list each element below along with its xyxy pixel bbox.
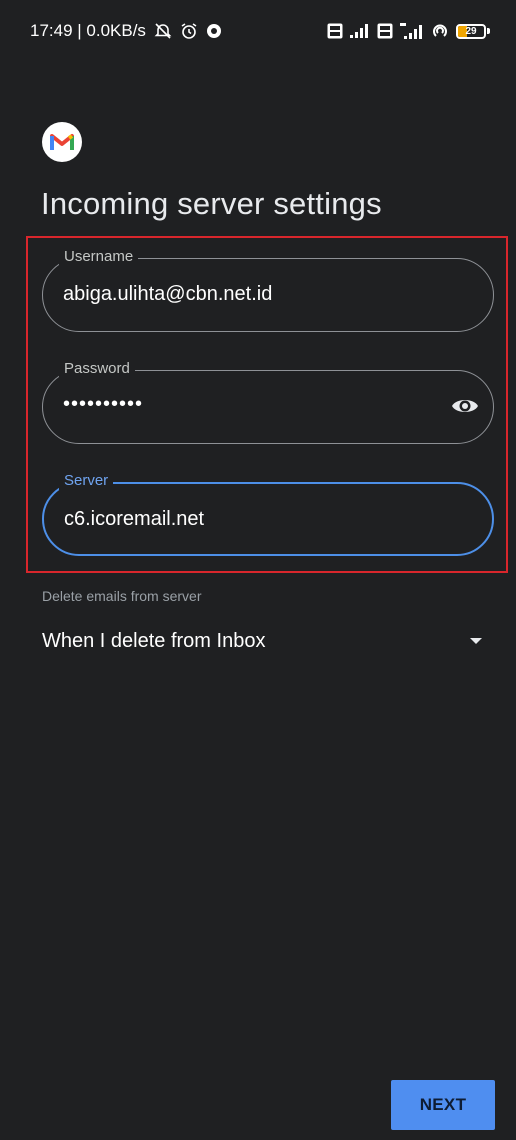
status-left: 17:49 | 0.0KB/s xyxy=(30,21,222,41)
server-field[interactable]: Server c6.icoremail.net xyxy=(42,472,494,556)
hotspot-icon xyxy=(431,22,449,40)
battery-icon: 29 xyxy=(456,23,490,39)
page-title: Incoming server settings xyxy=(41,186,382,221)
username-label: Username xyxy=(59,248,139,266)
volte-icon xyxy=(377,23,393,39)
username-value: abiga.ulihta@cbn.net.id xyxy=(63,283,273,305)
delete-emails-label: Delete emails from server xyxy=(42,588,202,604)
status-time: 17:49 | 0.0KB/s xyxy=(30,21,146,40)
signal-icon xyxy=(350,24,370,38)
password-label: Password xyxy=(59,360,135,378)
battery-level: 29 xyxy=(465,25,477,37)
dropdown-arrow-icon xyxy=(470,638,482,644)
username-field[interactable]: Username abiga.ulihta@cbn.net.id xyxy=(42,248,494,332)
gmail-logo-icon xyxy=(42,122,82,162)
next-button[interactable]: NEXT xyxy=(391,1080,495,1130)
server-label: Server xyxy=(59,472,114,490)
alarm-icon xyxy=(180,22,198,40)
no-alarm-icon xyxy=(154,22,172,40)
delete-emails-dropdown[interactable]: When I delete from Inbox xyxy=(42,624,486,658)
volte-icon xyxy=(327,23,343,39)
4g-signal-icon xyxy=(400,23,424,39)
password-field[interactable]: Password •••••••••• xyxy=(42,360,494,444)
delete-emails-selected: When I delete from Inbox xyxy=(42,629,266,652)
status-bar: 17:49 | 0.0KB/s 29 xyxy=(0,0,516,62)
eye-icon[interactable] xyxy=(451,395,479,417)
status-right: 29 xyxy=(327,22,490,40)
server-value: c6.icoremail.net xyxy=(64,508,205,530)
vpn-icon xyxy=(206,23,222,39)
password-value: •••••••••• xyxy=(63,393,144,415)
